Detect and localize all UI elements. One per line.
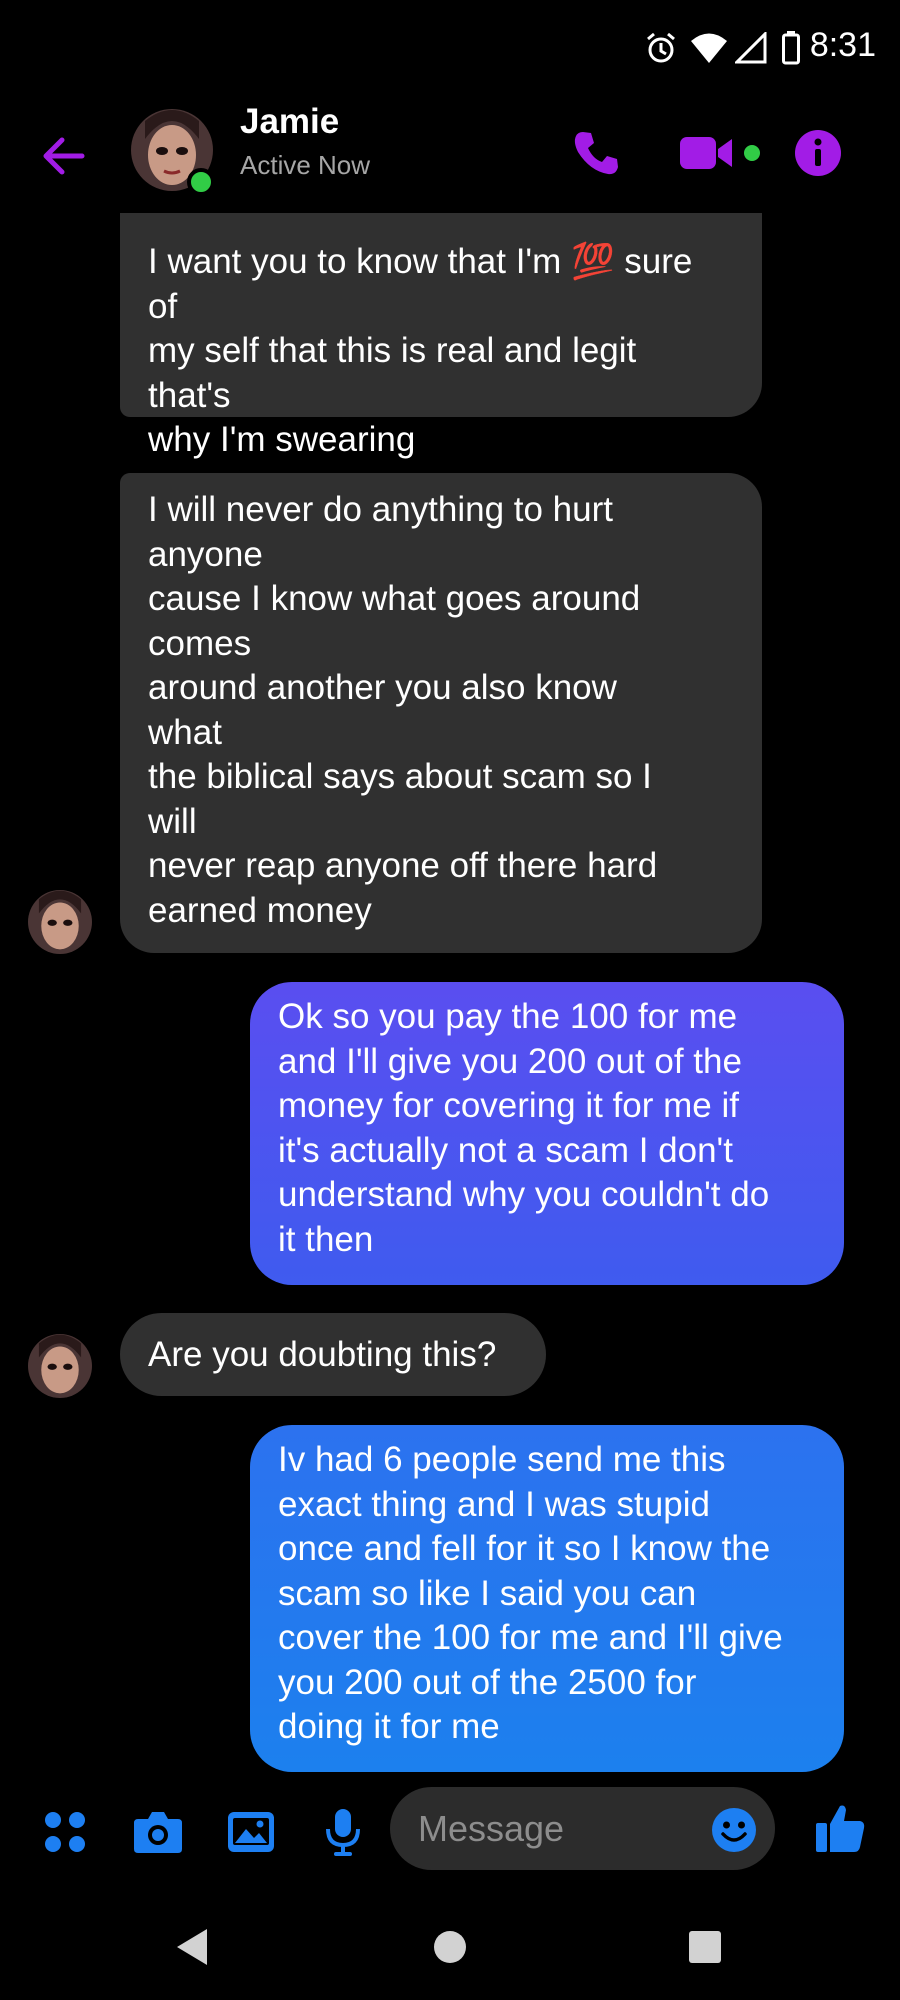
alarm-icon <box>641 28 681 68</box>
recents-nav-icon[interactable] <box>680 1922 730 1972</box>
message-bubble-outgoing[interactable]: Ok so you pay the 100 for me and I'll gi… <box>250 982 844 1285</box>
composer-bar: Message <box>0 1780 900 1880</box>
contact-status: Active Now <box>240 150 371 180</box>
message-thread[interactable]: I want you to know that I'm 💯 sure of my… <box>0 213 900 1780</box>
message-bubble-incoming[interactable]: I want you to know that I'm 💯 sure of my… <box>120 213 762 459</box>
signal-icon <box>733 28 769 68</box>
sender-avatar[interactable] <box>28 1334 92 1398</box>
conversation-header: Jamie Active Now <box>0 95 900 213</box>
message-bubble-incoming[interactable]: I will never do anything to hurt anyone … <box>120 473 762 953</box>
video-active-dot <box>744 145 760 161</box>
online-status-dot <box>187 168 215 196</box>
wifi-icon <box>689 28 729 68</box>
back-nav-icon[interactable] <box>166 1922 216 1972</box>
video-call-icon[interactable] <box>676 123 736 183</box>
phone-call-icon[interactable] <box>568 123 624 183</box>
message-bubble-outgoing[interactable]: Iv had 6 people send me this exact thing… <box>250 1425 844 1772</box>
status-time: 8:31 <box>809 26 876 64</box>
message-bubble-incoming[interactable]: Are you doubting this? <box>120 1313 546 1396</box>
camera-icon[interactable] <box>130 1804 186 1860</box>
info-icon[interactable] <box>790 123 846 183</box>
contact-name[interactable]: Jamie <box>240 102 339 142</box>
status-bar: 8:31 <box>0 0 900 95</box>
sender-avatar[interactable] <box>28 890 92 954</box>
emoji-icon[interactable] <box>708 1802 760 1858</box>
home-nav-icon[interactable] <box>425 1922 475 1972</box>
gallery-icon[interactable] <box>223 1804 279 1860</box>
battery-icon <box>779 28 803 68</box>
back-arrow-icon[interactable] <box>36 128 92 184</box>
apps-grid-icon[interactable] <box>40 1804 90 1860</box>
thumbs-up-icon[interactable] <box>812 1800 868 1856</box>
microphone-icon[interactable] <box>318 1804 368 1860</box>
system-navigation-bar <box>0 1880 900 2000</box>
